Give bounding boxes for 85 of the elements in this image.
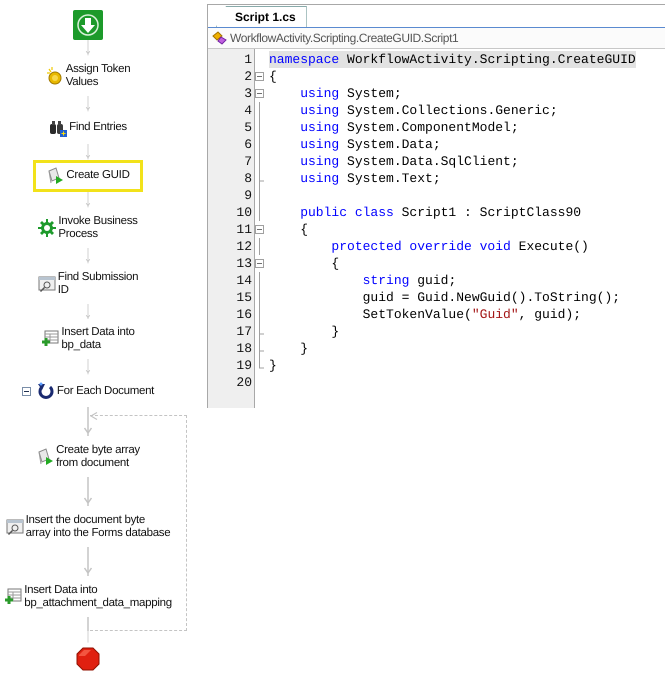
line-number: 6 bbox=[243, 137, 252, 152]
fold-icon[interactable] bbox=[255, 225, 264, 234]
code-line: using System; bbox=[299, 85, 402, 102]
code-line: using System.Data.SqlClient; bbox=[299, 153, 519, 170]
workflow-step[interactable]: Insert Data into bp_data bbox=[30, 319, 146, 360]
step-label: Insert Data into bp_attachment_data_mapping bbox=[24, 584, 172, 610]
file-tab[interactable]: Script 1.cs bbox=[216, 6, 307, 27]
step-label: Insert Data into bp_data bbox=[61, 326, 135, 352]
insert-table-icon bbox=[41, 330, 60, 348]
line-number: 9 bbox=[243, 188, 252, 203]
code-line: guid = Guid.NewGuid().ToString(); bbox=[362, 289, 620, 306]
step-label: Create GUID bbox=[66, 169, 130, 182]
code-line: using System.Text; bbox=[299, 170, 441, 187]
workflow-step[interactable]: Insert the document byte array into the Forms database bbox=[0, 507, 182, 548]
step-label: Find Entries bbox=[69, 121, 127, 134]
workflow-step[interactable]: Find Entries bbox=[38, 112, 138, 144]
line-number: 2 bbox=[243, 69, 252, 84]
gear-icon bbox=[38, 218, 56, 237]
search-form-icon bbox=[38, 274, 56, 293]
step-label: Invoke Business Process bbox=[58, 214, 138, 241]
connector-arrow bbox=[83, 40, 93, 56]
script-icon bbox=[46, 166, 64, 185]
line-number: 11 bbox=[235, 222, 252, 237]
code-line: using System.Data; bbox=[299, 136, 441, 153]
connector-arrow bbox=[83, 96, 93, 112]
connector-arrow bbox=[83, 477, 93, 508]
line-number: 3 bbox=[243, 86, 252, 101]
code-line: protected override void Execute() bbox=[330, 238, 589, 255]
line-number: 5 bbox=[243, 120, 252, 135]
workflow-step[interactable]: Create GUID bbox=[33, 160, 143, 192]
line-number: 1 bbox=[243, 52, 252, 67]
connector-arrow bbox=[83, 248, 93, 264]
line-number: 8 bbox=[243, 171, 252, 186]
step-label: Insert the document byte array into the Forms database bbox=[26, 514, 170, 540]
connector-arrow bbox=[83, 304, 93, 320]
namespace-path: WorkflowActivity.Scripting.CreateGUID.Script1 bbox=[230, 31, 458, 45]
line-number: 4 bbox=[243, 103, 252, 118]
step-label: Create byte array from document bbox=[56, 444, 140, 470]
line-number: 16 bbox=[235, 307, 252, 322]
workflow-step[interactable]: Assign Token Values bbox=[34, 56, 142, 96]
search-form-icon bbox=[6, 518, 24, 536]
code-line: string guid; bbox=[362, 272, 456, 289]
script-icon bbox=[36, 448, 54, 466]
step-label: For Each Document bbox=[56, 384, 154, 398]
code-line: { bbox=[299, 221, 308, 238]
binoculars-icon bbox=[49, 118, 68, 137]
code-line: } bbox=[330, 323, 340, 340]
line-number: 20 bbox=[235, 375, 252, 390]
line-number: 17 bbox=[235, 324, 252, 339]
line-number: 18 bbox=[235, 341, 252, 356]
workflow-step[interactable]: Find Submission ID bbox=[26, 264, 150, 304]
line-number: 10 bbox=[235, 205, 252, 220]
coins-icon bbox=[46, 66, 64, 85]
line-number: 13 bbox=[235, 256, 252, 271]
line-number: 15 bbox=[235, 290, 252, 305]
fold-icon[interactable] bbox=[255, 259, 264, 268]
loop-step[interactable]: For Each Document bbox=[10, 375, 166, 408]
code-line: { bbox=[269, 68, 277, 85]
workflow-step[interactable]: Insert Data into bp_attachment_data_mapping bbox=[0, 577, 183, 618]
connector-arrow bbox=[83, 192, 93, 208]
workflow-step[interactable]: Invoke Business Process bbox=[27, 208, 149, 248]
loop-icon bbox=[36, 382, 55, 400]
code-line: using System.ComponentModel; bbox=[299, 119, 519, 136]
code-line: SetTokenValue("Guid", guid); bbox=[362, 306, 582, 323]
step-label: Assign Token Values bbox=[66, 62, 130, 89]
line-number: 19 bbox=[235, 358, 252, 373]
class-icon bbox=[212, 31, 228, 45]
code-line: } bbox=[269, 357, 277, 374]
line-number: 12 bbox=[235, 239, 252, 254]
connector-arrow bbox=[83, 407, 93, 438]
code-line: { bbox=[330, 255, 340, 272]
code-line: public class Script1 : ScriptClass90 bbox=[299, 204, 582, 221]
connector-arrow bbox=[83, 547, 93, 578]
line-number: 7 bbox=[243, 154, 252, 169]
code-line: using System.Collections.Generic; bbox=[299, 102, 558, 119]
fold-icon[interactable] bbox=[255, 72, 264, 81]
code-line: } bbox=[299, 340, 308, 357]
workflow-step[interactable]: Create byte array from document bbox=[25, 437, 151, 478]
collapse-icon[interactable] bbox=[22, 386, 31, 396]
fold-icon[interactable] bbox=[255, 89, 264, 98]
insert-table-icon bbox=[4, 588, 22, 606]
connector-arrow bbox=[83, 144, 93, 160]
connector-arrow bbox=[83, 359, 93, 376]
step-label: Find Submission ID bbox=[58, 270, 138, 297]
line-number: 14 bbox=[235, 273, 252, 288]
